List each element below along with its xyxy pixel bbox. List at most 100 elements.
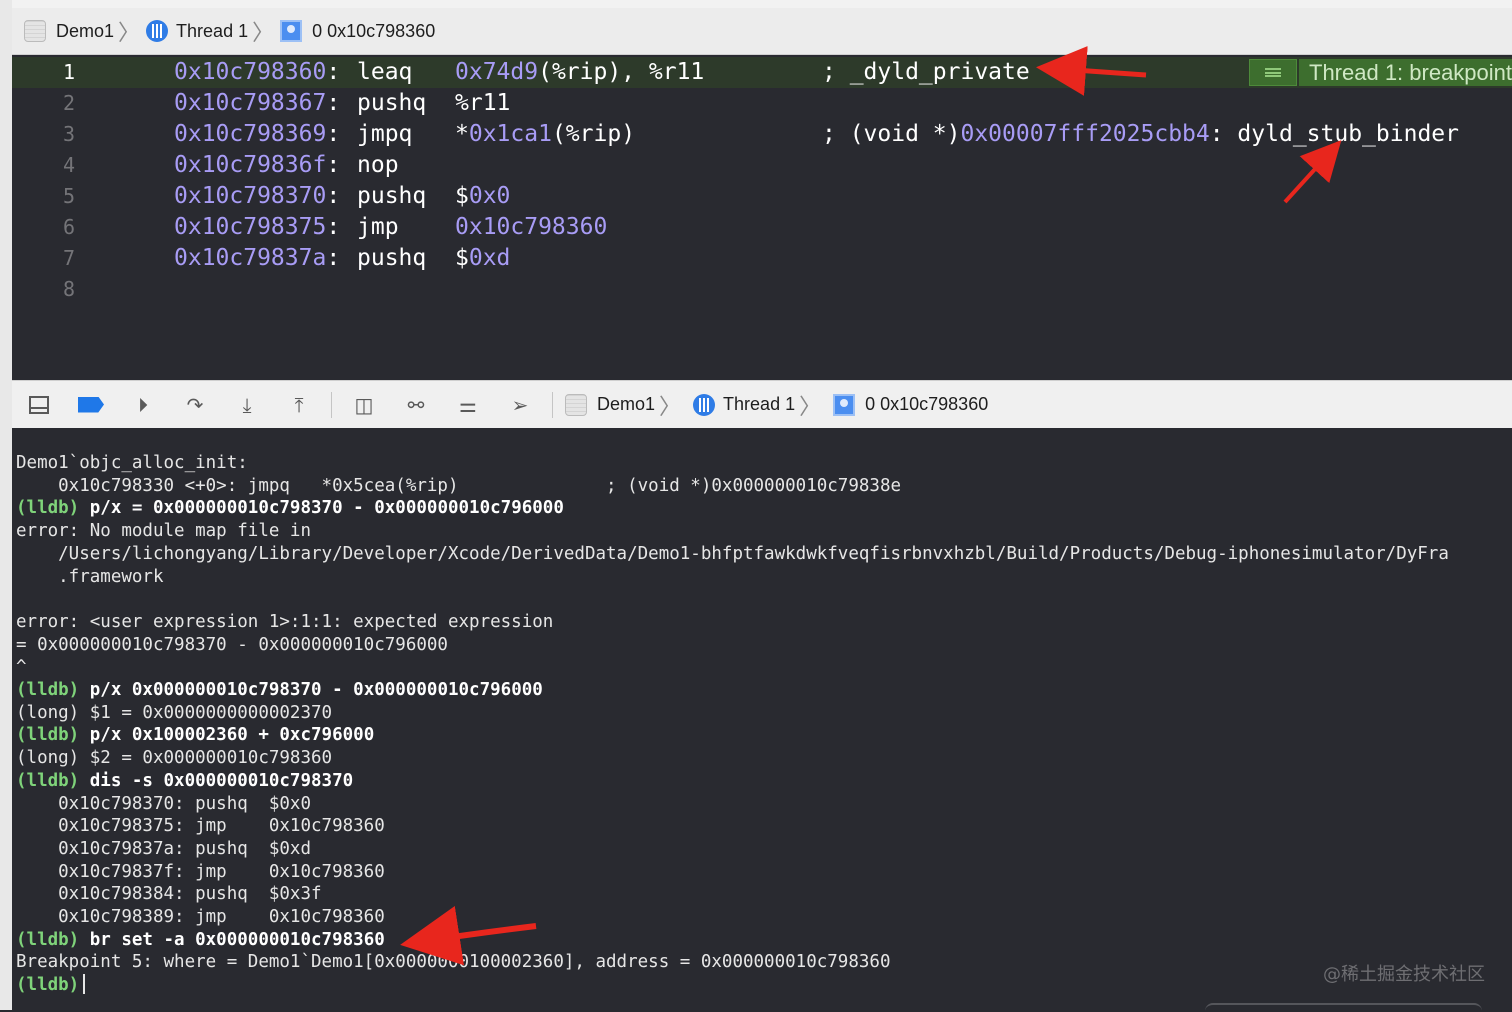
line-number: 2: [62, 91, 76, 115]
instruction-comment: ; (void *)0x00007fff2025cbb4: dyld_stub_…: [822, 121, 1459, 147]
instruction-mnemonic: pushq: [357, 245, 427, 271]
chevron-right-icon: 〉: [252, 21, 275, 46]
lldb-command: p/x 0x000000010c798370 - 0x000000010c796…: [79, 680, 543, 700]
console-output-line: Demo1`objc_alloc_init:: [16, 452, 248, 474]
instruction-operands: 0x10c798360: [455, 214, 608, 240]
console-output-line: ^: [16, 656, 27, 678]
instruction-line[interactable]: 5 0x10c798370: pushq $0x0: [12, 181, 1512, 212]
console-text: = 0x000000010c798370 - 0x000000010c79600…: [16, 634, 448, 655]
console-text: 0x10c798384: pushq $0x3f: [16, 884, 322, 905]
jump-bar-frame[interactable]: 0 0x10c798360: [280, 20, 435, 42]
jump-bar-project[interactable]: Demo1 〉: [24, 15, 146, 47]
console-command-line: (lldb): [16, 974, 86, 996]
lldb-console[interactable]: Demo1`objc_alloc_init: 0x10c798330 <+0>:…: [12, 428, 1512, 1010]
console-text: 0x10c798375: jmp 0x10c798360: [16, 816, 385, 837]
instruction-address: 0x10c798367:: [174, 90, 341, 116]
simulate-location-icon[interactable]: ➢: [505, 390, 535, 420]
instruction-address: 0x10c79836f:: [174, 152, 341, 178]
console-text: 0x10c798370: pushq $0x0: [16, 793, 312, 814]
jump-bar: Demo1 〉 Thread 1 〉 0 0x10c798360: [12, 8, 1512, 55]
breakpoints-toggle-icon[interactable]: [76, 390, 106, 420]
console-text: .framework: [16, 566, 164, 587]
console-output-line: /Users/lichongyang/Library/Developer/Xco…: [16, 543, 1449, 565]
jump-bar-project-label: Demo1: [56, 20, 115, 41]
console-output-line: = 0x000000010c798370 - 0x000000010c79600…: [16, 634, 448, 656]
lldb-command: p/x = 0x000000010c798370 - 0x000000010c7…: [79, 498, 564, 519]
step-over-icon[interactable]: ↷: [180, 390, 210, 420]
lldb-command: dis -s 0x000000010c798370: [79, 770, 354, 791]
step-out-icon[interactable]: ⤒: [284, 390, 314, 420]
console-output-line: 0x10c798384: pushq $0x3f: [16, 883, 322, 905]
watermark: @稀土掘金技术社区: [1323, 964, 1485, 985]
lldb-prompt: (lldb): [16, 725, 80, 746]
console-text: ^: [16, 657, 27, 678]
console-output-line: error: <user expression 1>:1:1: expected…: [16, 611, 553, 633]
stack-frame-icon: [833, 393, 856, 416]
instruction-line[interactable]: 8: [12, 274, 1512, 305]
chevron-right-icon: 〉: [118, 21, 141, 46]
console-output-line: (long) $2 = 0x000000010c798360: [16, 747, 332, 769]
console-command-line: (lldb) p/x 0x000000010c798370 - 0x000000…: [16, 679, 543, 701]
window-top-edge: [0, 0, 1512, 8]
lldb-prompt: (lldb): [16, 929, 80, 950]
console-output-line: .framework: [16, 566, 164, 588]
instruction-line[interactable]: 7 0x10c79837a: pushq $0xd: [12, 243, 1512, 274]
continue-icon[interactable]: ⏵: [128, 390, 158, 420]
console-output-line: 0x10c79837a: pushq $0xd: [16, 838, 311, 860]
debug-bar-frame-label: 0 0x10c798360: [865, 394, 989, 414]
breakpoint-indicator[interactable]: Thread 1: breakpoint: [1249, 59, 1512, 86]
instruction-address: 0x10c79837a:: [174, 245, 341, 271]
instruction-line[interactable]: 6 0x10c798375: jmp 0x10c798360: [12, 212, 1512, 243]
breakpoint-badge-label: Thread 1: breakpoint: [1299, 59, 1512, 86]
instruction-comment: ; _dyld_private: [822, 59, 1030, 85]
app-icon: [565, 393, 587, 416]
environment-overrides-icon[interactable]: ⚌: [453, 390, 483, 420]
console-text: 0x10c79837f: jmp 0x10c798360: [16, 861, 385, 882]
disassembly-editor[interactable]: 1 0x10c798360: leaq 0x74d9(%rip), %r11 ; _dy…: [12, 55, 1512, 380]
lldb-prompt: (lldb): [16, 975, 80, 996]
console-text: (long) $1 = 0x0000000000002370: [16, 702, 333, 723]
line-number: 4: [62, 153, 76, 177]
instruction-mnemonic: pushq: [357, 183, 427, 209]
instruction-line[interactable]: 4 0x10c79836f: nop: [12, 150, 1512, 181]
thread-icon: [693, 393, 716, 416]
console-output-line: 0x10c79837f: jmp 0x10c798360: [16, 861, 385, 883]
lldb-command: br set -a 0x000000010c798360: [79, 929, 385, 950]
instruction-line[interactable]: 3 0x10c798369: jmpq *0x1ca1(%rip) ; (void *)…: [12, 119, 1512, 150]
line-number: 8: [62, 277, 76, 301]
instruction-address: 0x10c798360:: [174, 59, 341, 85]
console-text: 0x10c798330 <+0>: jmpq *0x5cea(%rip) ; (…: [16, 475, 902, 496]
jump-bar-frame-label: 0 0x10c798360: [312, 20, 436, 41]
chevron-right-icon: 〉: [799, 394, 822, 420]
step-into-icon[interactable]: ⤓: [232, 390, 262, 420]
instruction-address: 0x10c798375:: [174, 214, 341, 240]
lldb-prompt: (lldb): [16, 680, 80, 700]
instruction-address: 0x10c798370:: [174, 183, 341, 209]
console-text: Breakpoint 5: where = Demo1`Demo1[0x0000…: [16, 952, 891, 973]
instruction-mnemonic: pushq: [357, 90, 427, 116]
instruction-address: 0x10c798369:: [174, 121, 341, 147]
console-text: error: <user expression 1>:1:1: expected…: [16, 611, 554, 632]
instruction-mnemonic: nop: [357, 152, 399, 178]
lldb-prompt: (lldb): [16, 770, 80, 791]
debug-bar-project[interactable]: Demo1 〉: [565, 389, 687, 421]
instruction-mnemonic: jmpq: [357, 121, 413, 147]
view-hierarchy-icon[interactable]: ◫: [349, 390, 379, 420]
console-command-line: (lldb) p/x 0x100002360 + 0xc796000: [16, 724, 374, 746]
toolbar-divider: [331, 391, 332, 418]
debug-toolbar: ⏵ ↷ ⤓ ⤒ ◫ ⚯ ⚌ ➢ Demo1 〉 Thread 1 〉 0 0x1…: [12, 380, 1512, 429]
instruction-line[interactable]: 2 0x10c798367: pushq %r11: [12, 88, 1512, 119]
debug-bar-thread[interactable]: Thread 1 〉: [693, 389, 827, 421]
jump-bar-thread[interactable]: Thread 1 〉: [146, 15, 280, 47]
debug-bar-frame[interactable]: 0 0x10c798360: [833, 393, 989, 416]
console-command-line: (lldb) br set -a 0x000000010c798360: [16, 929, 385, 951]
hide-debug-area-icon[interactable]: [24, 390, 54, 420]
console-text: (long) $2 = 0x000000010c798360: [16, 748, 333, 769]
line-number: 5: [62, 184, 76, 208]
left-gutter-strip: [0, 0, 12, 1010]
current-instruction-line[interactable]: 1 0x10c798360: leaq 0x74d9(%rip), %r11 ; _dy…: [12, 57, 1512, 88]
console-text: error: No module map file in: [16, 521, 312, 542]
memory-graph-icon[interactable]: ⚯: [401, 390, 431, 420]
instruction-operands: $0x0: [455, 183, 511, 209]
console-scroll-edge: [1205, 1003, 1482, 1012]
